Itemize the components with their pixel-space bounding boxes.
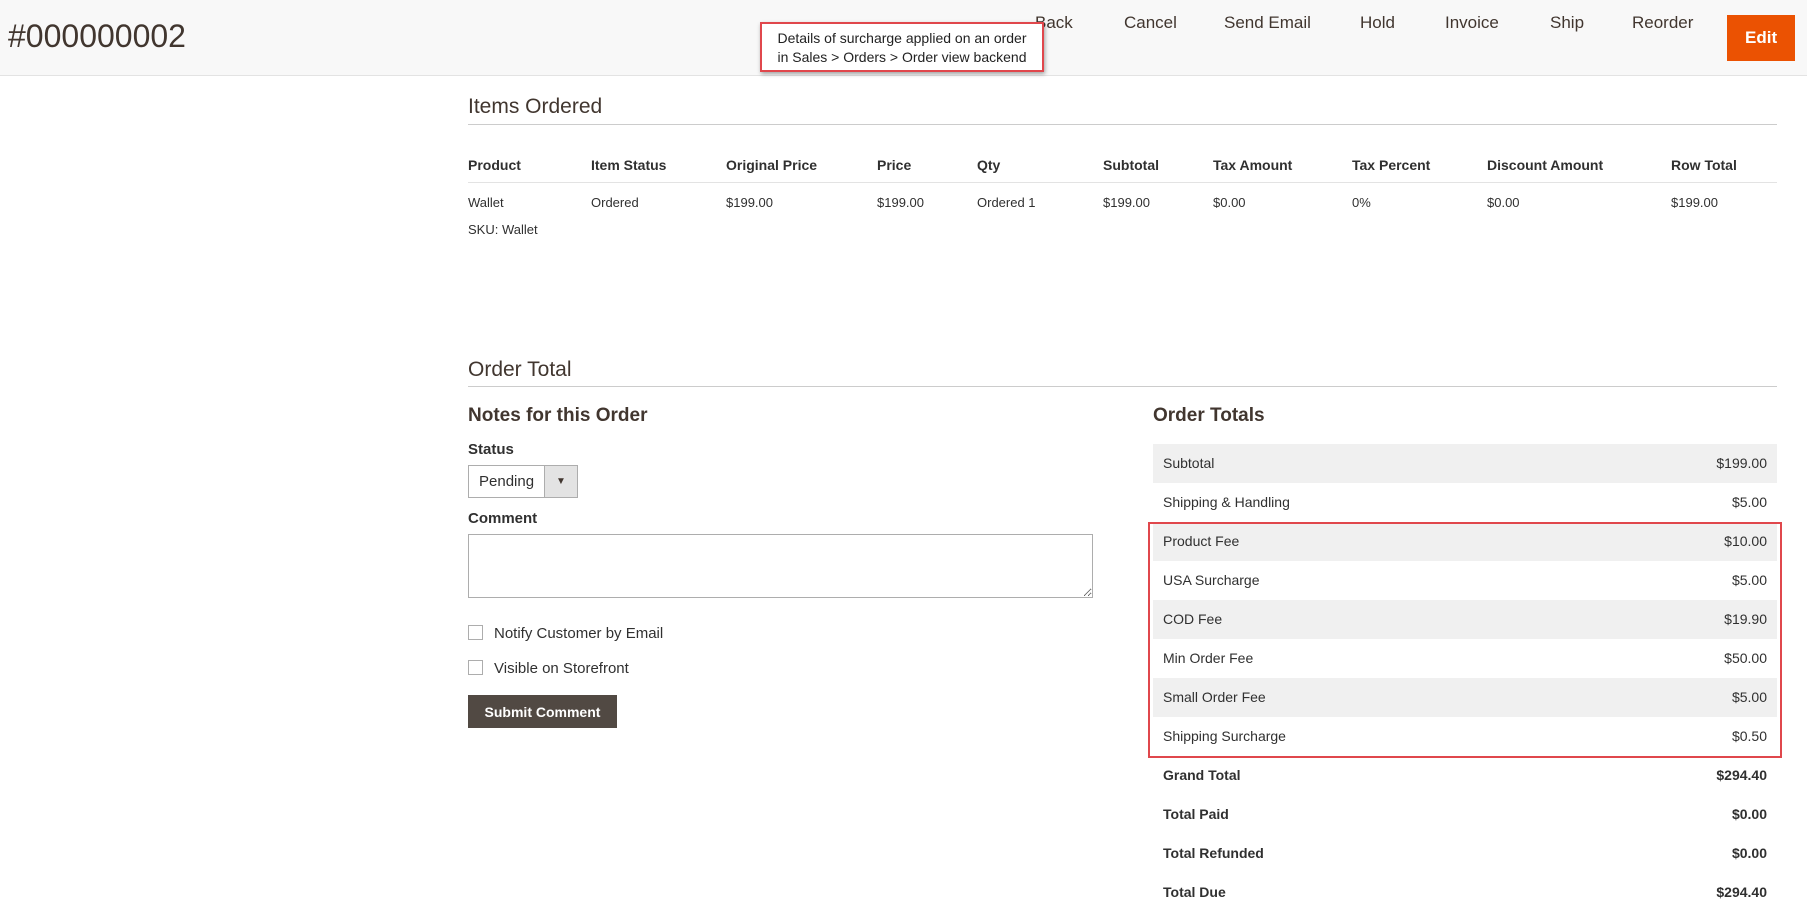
totals-label: Shipping & Handling [1163,494,1290,510]
items-ordered-table: Product Item Status Original Price Price… [468,148,1777,237]
status-label: Status [468,441,514,458]
notify-customer-option[interactable]: Notify Customer by Email [468,625,663,642]
notify-checkbox[interactable] [468,625,483,640]
submit-comment-button[interactable]: Submit Comment [468,695,617,728]
hold-button[interactable]: Hold [1360,0,1395,46]
totals-value: $294.40 [1716,884,1767,900]
totals-label: Total Paid [1163,806,1229,822]
totals-row-total-refunded: Total Refunded $0.00 [1153,834,1777,873]
totals-row-total-paid: Total Paid $0.00 [1153,795,1777,834]
visible-storefront-option[interactable]: Visible on Storefront [468,660,629,677]
col-item-status: Item Status [591,148,726,183]
totals-label: Grand Total [1163,767,1241,783]
chevron-down-icon[interactable]: ▼ [544,466,577,497]
totals-row-total-due: Total Due $294.40 [1153,873,1777,912]
invoice-button[interactable]: Invoice [1445,0,1499,46]
totals-value: $199.00 [1716,455,1767,471]
notify-label: Notify Customer by Email [494,625,664,642]
cell-discount-amount: $0.00 [1487,194,1520,210]
totals-value: $294.40 [1716,767,1767,783]
send-email-button[interactable]: Send Email [1224,0,1311,46]
col-row-total: Row Total [1671,148,1777,183]
order-total-title: Order Total [468,358,572,381]
surcharge-highlight-frame [1148,522,1782,758]
cell-row-total: $199.00 [1671,194,1718,210]
table-header-row: Product Item Status Original Price Price… [468,148,1777,183]
callout-line-2: in Sales > Orders > Order view backend [777,49,1027,65]
product-sku: SKU: Wallet [468,221,538,237]
cell-product: Wallet SKU: Wallet [468,182,591,237]
totals-label: Total Due [1163,884,1226,900]
comment-textarea[interactable] [468,534,1093,598]
notes-title: Notes for this Order [468,405,648,426]
totals-label: Subtotal [1163,455,1215,471]
reorder-button[interactable]: Reorder [1632,0,1693,46]
col-price: Price [877,148,977,183]
cell-tax-amount: $0.00 [1213,194,1246,210]
col-product: Product [468,148,591,183]
cell-item-status: Ordered [591,194,639,210]
comment-label: Comment [468,510,538,527]
totals-row-grand-total: Grand Total $294.40 [1153,756,1777,795]
order-totals-title: Order Totals [1153,405,1265,426]
callout-line-1: Details of surcharge applied on an order [777,30,1027,46]
totals-value: $5.00 [1731,494,1767,510]
col-qty: Qty [977,148,1103,183]
table-row: Wallet SKU: Wallet Ordered $199.00 $199.… [468,182,1777,237]
totals-value: $0.00 [1731,806,1767,822]
cell-price: $199.00 [877,194,924,210]
col-tax-amount: Tax Amount [1213,148,1352,183]
cell-qty: Ordered 1 [977,194,1036,210]
annotation-callout: Details of surcharge applied on an order… [760,22,1044,72]
cell-subtotal: $199.00 [1103,194,1150,210]
totals-row-shipping: Shipping & Handling $5.00 [1153,483,1777,522]
status-select[interactable]: Pending ▼ [468,465,578,498]
edit-button[interactable]: Edit [1727,15,1796,61]
col-discount-amount: Discount Amount [1487,148,1671,183]
totals-row-subtotal: Subtotal $199.00 [1153,444,1777,483]
product-name: Wallet [468,194,504,210]
section-divider [468,386,1777,387]
cell-original-price: $199.00 [726,194,773,210]
totals-value: $0.00 [1731,845,1767,861]
items-ordered-title: Items Ordered [468,95,603,118]
status-value: Pending [479,473,535,490]
totals-label: Total Refunded [1163,845,1264,861]
col-subtotal: Subtotal [1103,148,1213,183]
col-tax-percent: Tax Percent [1352,148,1487,183]
order-id-title: #000000002 [8,18,186,54]
visible-checkbox[interactable] [468,660,483,675]
col-original-price: Original Price [726,148,877,183]
cancel-button[interactable]: Cancel [1124,0,1177,46]
cell-tax-percent: 0% [1352,194,1371,210]
visible-label: Visible on Storefront [494,660,629,677]
section-divider [468,124,1777,125]
ship-button[interactable]: Ship [1550,0,1584,46]
